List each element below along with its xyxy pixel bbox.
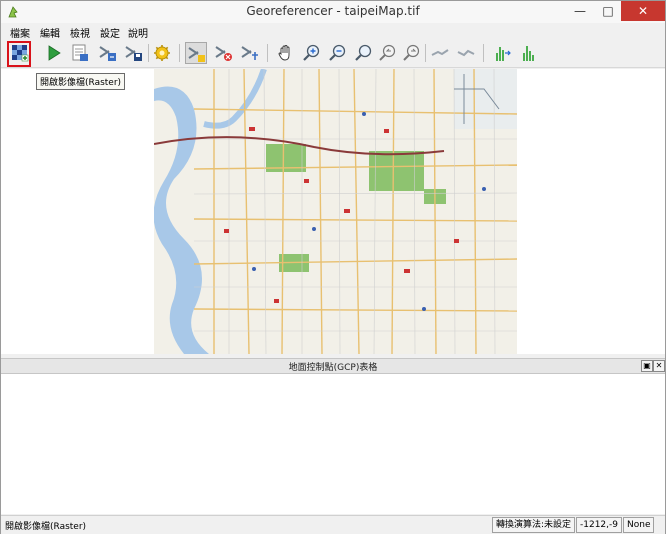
transformation-settings-icon bbox=[154, 45, 170, 61]
zoom-last-button[interactable] bbox=[377, 42, 399, 64]
link-qgis-to-georeferencer-button[interactable] bbox=[455, 42, 477, 64]
title-bar[interactable]: Georeferencer - taipeiMap.tif — □ ✕ bbox=[1, 1, 665, 23]
transform-status[interactable]: 轉換演算法:未設定 bbox=[492, 517, 576, 533]
toolbar-separator bbox=[425, 44, 426, 62]
toolbar-separator bbox=[483, 44, 484, 62]
delete-point-button[interactable] bbox=[213, 42, 235, 64]
zoom-out-button[interactable] bbox=[327, 42, 349, 64]
move-gcp-point-button[interactable] bbox=[239, 42, 261, 64]
menu-file[interactable]: 檔案 bbox=[10, 25, 30, 40]
open-raster-highlight bbox=[7, 41, 31, 67]
georeferencer-window: Georeferencer - taipeiMap.tif — □ ✕ 檔案 編… bbox=[0, 0, 666, 534]
gcp-table[interactable] bbox=[1, 374, 665, 514]
crs-status[interactable]: None bbox=[623, 517, 655, 533]
move-gcp-point-icon bbox=[241, 46, 258, 60]
toolbar-separator bbox=[179, 44, 180, 62]
menu-edit[interactable]: 編輯 bbox=[40, 25, 60, 40]
menu-settings[interactable]: 設定 bbox=[100, 25, 120, 40]
coordinate-display: -1212,-9 bbox=[576, 517, 622, 533]
full-histogram-stretch-button[interactable] bbox=[491, 42, 513, 64]
link-georeferencer-to-qgis-button[interactable] bbox=[429, 42, 451, 64]
dock-close-button[interactable]: ✕ bbox=[653, 360, 665, 372]
link-qgis-to-georeferencer-icon bbox=[457, 49, 475, 57]
add-point-icon bbox=[188, 47, 205, 62]
zoom-next-button[interactable] bbox=[401, 42, 423, 64]
link-georeferencer-to-qgis-icon bbox=[431, 49, 449, 56]
taipei-map-raster bbox=[154, 69, 517, 354]
pan-button[interactable] bbox=[275, 42, 297, 64]
save-gcp-points-button[interactable] bbox=[123, 42, 145, 64]
menu-bar: 檔案 編輯 檢視 設定 說明 bbox=[1, 23, 665, 40]
taipei-map-image bbox=[154, 69, 517, 354]
status-bar: 開啟影像檔(Raster) 轉換演算法:未設定 -1212,-9 None bbox=[1, 515, 665, 534]
gcp-table-title: 地面控制點(GCP)表格 bbox=[288, 363, 378, 373]
open-raster-tooltip: 開啟影像檔(Raster) bbox=[36, 73, 126, 90]
transformation-settings-button[interactable] bbox=[151, 42, 173, 64]
georeferencer-toolbar bbox=[1, 39, 665, 68]
dock-float-button[interactable]: ▣ bbox=[641, 360, 653, 372]
gcp-table-dock-header: 地面控制點(GCP)表格 ▣ ✕ bbox=[1, 358, 665, 374]
zoom-in-button[interactable] bbox=[301, 42, 323, 64]
toolbar-separator bbox=[267, 44, 268, 62]
menu-help[interactable]: 說明 bbox=[128, 25, 148, 40]
close-window-button[interactable]: ✕ bbox=[621, 1, 665, 21]
generate-gdal-script-button[interactable] bbox=[69, 42, 91, 64]
load-gcp-points-button[interactable] bbox=[97, 42, 119, 64]
local-histogram-stretch-button[interactable] bbox=[517, 42, 539, 64]
zoom-in-icon bbox=[303, 44, 320, 61]
menu-view[interactable]: 檢視 bbox=[70, 25, 90, 40]
zoom-out-icon bbox=[329, 44, 346, 61]
add-point-button[interactable] bbox=[185, 42, 207, 64]
zoom-next-icon bbox=[403, 44, 420, 61]
start-georeferencing-button[interactable] bbox=[43, 42, 65, 64]
load-gcp-points-icon bbox=[99, 46, 116, 61]
status-message: 開啟影像檔(Raster) bbox=[5, 522, 87, 532]
minimize-button[interactable]: — bbox=[566, 1, 594, 21]
pan-icon bbox=[278, 45, 290, 61]
zoom-to-layer-button[interactable] bbox=[353, 42, 375, 64]
toolbar-separator bbox=[148, 44, 149, 62]
delete-point-icon bbox=[215, 46, 232, 61]
start-georeferencing-icon bbox=[48, 45, 61, 61]
save-gcp-points-icon bbox=[125, 46, 142, 61]
generate-gdal-script-icon bbox=[72, 44, 88, 61]
map-canvas[interactable] bbox=[1, 69, 665, 354]
full-histogram-stretch-icon bbox=[496, 47, 511, 61]
zoom-last-icon bbox=[379, 44, 396, 61]
local-histogram-stretch-icon bbox=[523, 46, 534, 61]
zoom-to-layer-icon bbox=[355, 44, 372, 61]
maximize-button[interactable]: □ bbox=[594, 1, 622, 21]
